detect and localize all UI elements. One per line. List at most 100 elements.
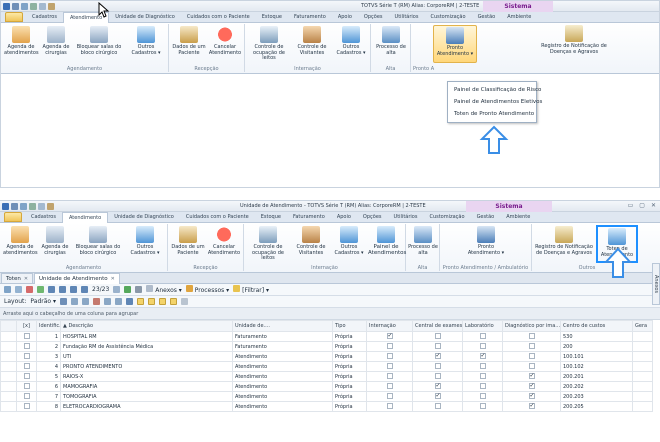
checkbox[interactable] [386, 363, 393, 370]
bloquear-salas-button[interactable]: Bloquear salas do bloco cirúrgico [75, 26, 123, 56]
table-row[interactable]: 7TOMOGRAFIAAtendimentoPrópria 200.203 [0, 391, 653, 402]
tab-gestao[interactable]: Gestão [471, 212, 501, 222]
tab-utilitarios[interactable]: Utilitários [388, 212, 424, 222]
undo-icon[interactable] [30, 2, 37, 10]
tab-cadastros[interactable]: Cadastros [25, 212, 62, 222]
checkbox[interactable] [23, 393, 30, 400]
checkbox[interactable] [386, 383, 393, 390]
table-row[interactable]: 1HOSPITAL RMFaturamentoPrópria 530 [0, 331, 653, 342]
checkbox[interactable] [434, 393, 441, 400]
agenda-atendimentos-button[interactable]: Agenda de atendimentos [3, 226, 38, 256]
tab-opcoes[interactable]: Opções [357, 212, 388, 222]
delete-icon[interactable] [26, 286, 33, 293]
first-record-icon[interactable] [48, 286, 55, 293]
checkbox[interactable] [528, 393, 535, 400]
checkbox[interactable] [386, 343, 393, 350]
table-row[interactable]: 6MAMOGRAFIAAtendimentoPrópria 200.202 [0, 381, 653, 392]
checkbox[interactable] [434, 343, 441, 350]
save-icon[interactable] [11, 202, 18, 210]
maximize-icon[interactable]: ▢ [639, 202, 645, 209]
checkbox[interactable] [23, 343, 30, 350]
outros-cadastros-button[interactable]: Outros Cadastros ▾ [126, 226, 164, 256]
row-indicator[interactable] [0, 401, 17, 412]
cancelar-atendimento-button[interactable]: Cancelar Atendimento [208, 26, 242, 56]
column-header-gera[interactable]: Gera [632, 320, 653, 332]
column-header-internacao[interactable]: Internação [366, 320, 413, 332]
column-header-select[interactable]: [x] [16, 320, 37, 332]
select-cell[interactable] [16, 371, 37, 382]
previous-record-icon[interactable] [59, 286, 66, 293]
tab-customizacao[interactable]: Customização [424, 12, 471, 22]
tab-apoio[interactable]: Apoio [331, 212, 357, 222]
dados-paciente-button[interactable]: Dados de um Paciente [171, 226, 205, 256]
print-icon[interactable] [135, 286, 143, 293]
application-menu-button[interactable] [4, 212, 22, 222]
close-tab-icon[interactable]: ✕ [24, 276, 28, 282]
painel-atendimentos-button[interactable]: Painel de Atendimentos [368, 226, 406, 256]
checkbox[interactable] [528, 353, 535, 360]
tab-gestao[interactable]: Gestão [472, 12, 502, 22]
checkbox[interactable] [434, 363, 441, 370]
table-row[interactable]: 2 Fundação RM de Assistência Médica Fatura… [0, 341, 653, 352]
row-indicator[interactable] [0, 391, 17, 402]
layout-icon[interactable] [82, 298, 89, 305]
checkbox[interactable] [479, 343, 486, 350]
tab-cadastros[interactable]: Cadastros [26, 12, 63, 22]
app-icon[interactable] [3, 2, 10, 10]
new-icon[interactable] [20, 202, 27, 210]
tab-atendimento[interactable]: Atendimento [61, 212, 109, 223]
tab-utilitarios[interactable]: Utilitários [389, 12, 425, 22]
processos-menu[interactable]: Processos ▾ [185, 285, 229, 294]
context-tab-sistema[interactable]: Sistema [483, 1, 553, 12]
checkbox[interactable] [479, 333, 486, 340]
layout-icon[interactable] [115, 298, 122, 305]
user-icon[interactable] [47, 202, 54, 210]
close-icon[interactable]: ✕ [651, 202, 656, 209]
calendar-icon[interactable] [113, 286, 121, 293]
tab-faturamento[interactable]: Faturamento [288, 12, 332, 22]
layout-icon[interactable] [71, 298, 78, 305]
checkbox[interactable] [23, 363, 30, 370]
table-row[interactable]: 3UTIAtendimentoPrópria 100.101 [0, 351, 653, 362]
select-cell[interactable] [16, 351, 37, 362]
last-record-icon[interactable] [81, 286, 88, 293]
checkbox[interactable] [434, 403, 441, 410]
checkbox[interactable] [479, 393, 486, 400]
tab-ambiente[interactable]: Ambiente [500, 212, 536, 222]
group-by-panel[interactable]: Arraste aqui o cabeçalho de uma coluna p… [0, 308, 660, 320]
agenda-cirurgias-button[interactable]: Agenda de cirurgias [41, 26, 71, 56]
row-indicator[interactable] [0, 361, 17, 372]
checkbox[interactable] [528, 403, 535, 410]
save-layout-icon[interactable] [60, 298, 67, 305]
view-icon[interactable] [159, 298, 166, 305]
checkbox[interactable] [434, 383, 441, 390]
checkbox[interactable] [434, 353, 441, 360]
save-icon[interactable] [12, 2, 19, 10]
dados-paciente-button[interactable]: Dados de um Paciente [172, 26, 206, 56]
tab-estoque[interactable]: Estoque [256, 12, 288, 22]
tab-cuidados-paciente[interactable]: Cuidados com o Paciente [181, 12, 256, 22]
side-tab-anexos[interactable]: Anexos [652, 263, 660, 305]
pronto-atendimento-button[interactable]: Pronto Atendimento ▾ [464, 226, 508, 256]
checkbox[interactable] [386, 333, 393, 340]
refresh-icon[interactable] [37, 286, 44, 293]
checkbox[interactable] [528, 373, 535, 380]
tab-opcoes[interactable]: Opções [358, 12, 389, 22]
select-cell[interactable] [16, 401, 37, 412]
doc-tab-toten[interactable]: Toten ✕ [1, 273, 34, 283]
text-icon[interactable] [181, 298, 188, 305]
controle-ocupacao-leitos-button[interactable]: Controle de ocupação de leitos [246, 226, 290, 262]
controle-ocupacao-leitos-button[interactable]: Controle de ocupação de leitos [247, 26, 291, 62]
checkbox[interactable] [386, 373, 393, 380]
layout-icon[interactable] [104, 298, 111, 305]
column-header-centro-custos[interactable]: Centro de custos [560, 320, 633, 332]
cancelar-atendimento-button[interactable]: Cancelar Atendimento [207, 226, 241, 256]
new-icon[interactable] [21, 2, 28, 10]
table-row[interactable]: 8ELETROCARDIOGRAMAAtendimentoPrópria 200.… [0, 401, 653, 412]
tab-faturamento[interactable]: Faturamento [287, 212, 331, 222]
undo-icon[interactable] [29, 202, 36, 210]
outros-cadastros-internacao-button[interactable]: Outros Cadastros ▾ [333, 26, 369, 56]
new-icon[interactable] [4, 286, 11, 293]
table-row[interactable]: 4 PRONTO ATENDIMENTO Atendimento Própria 100… [0, 361, 653, 372]
processo-alta-button[interactable]: Processo de alta [408, 226, 438, 256]
